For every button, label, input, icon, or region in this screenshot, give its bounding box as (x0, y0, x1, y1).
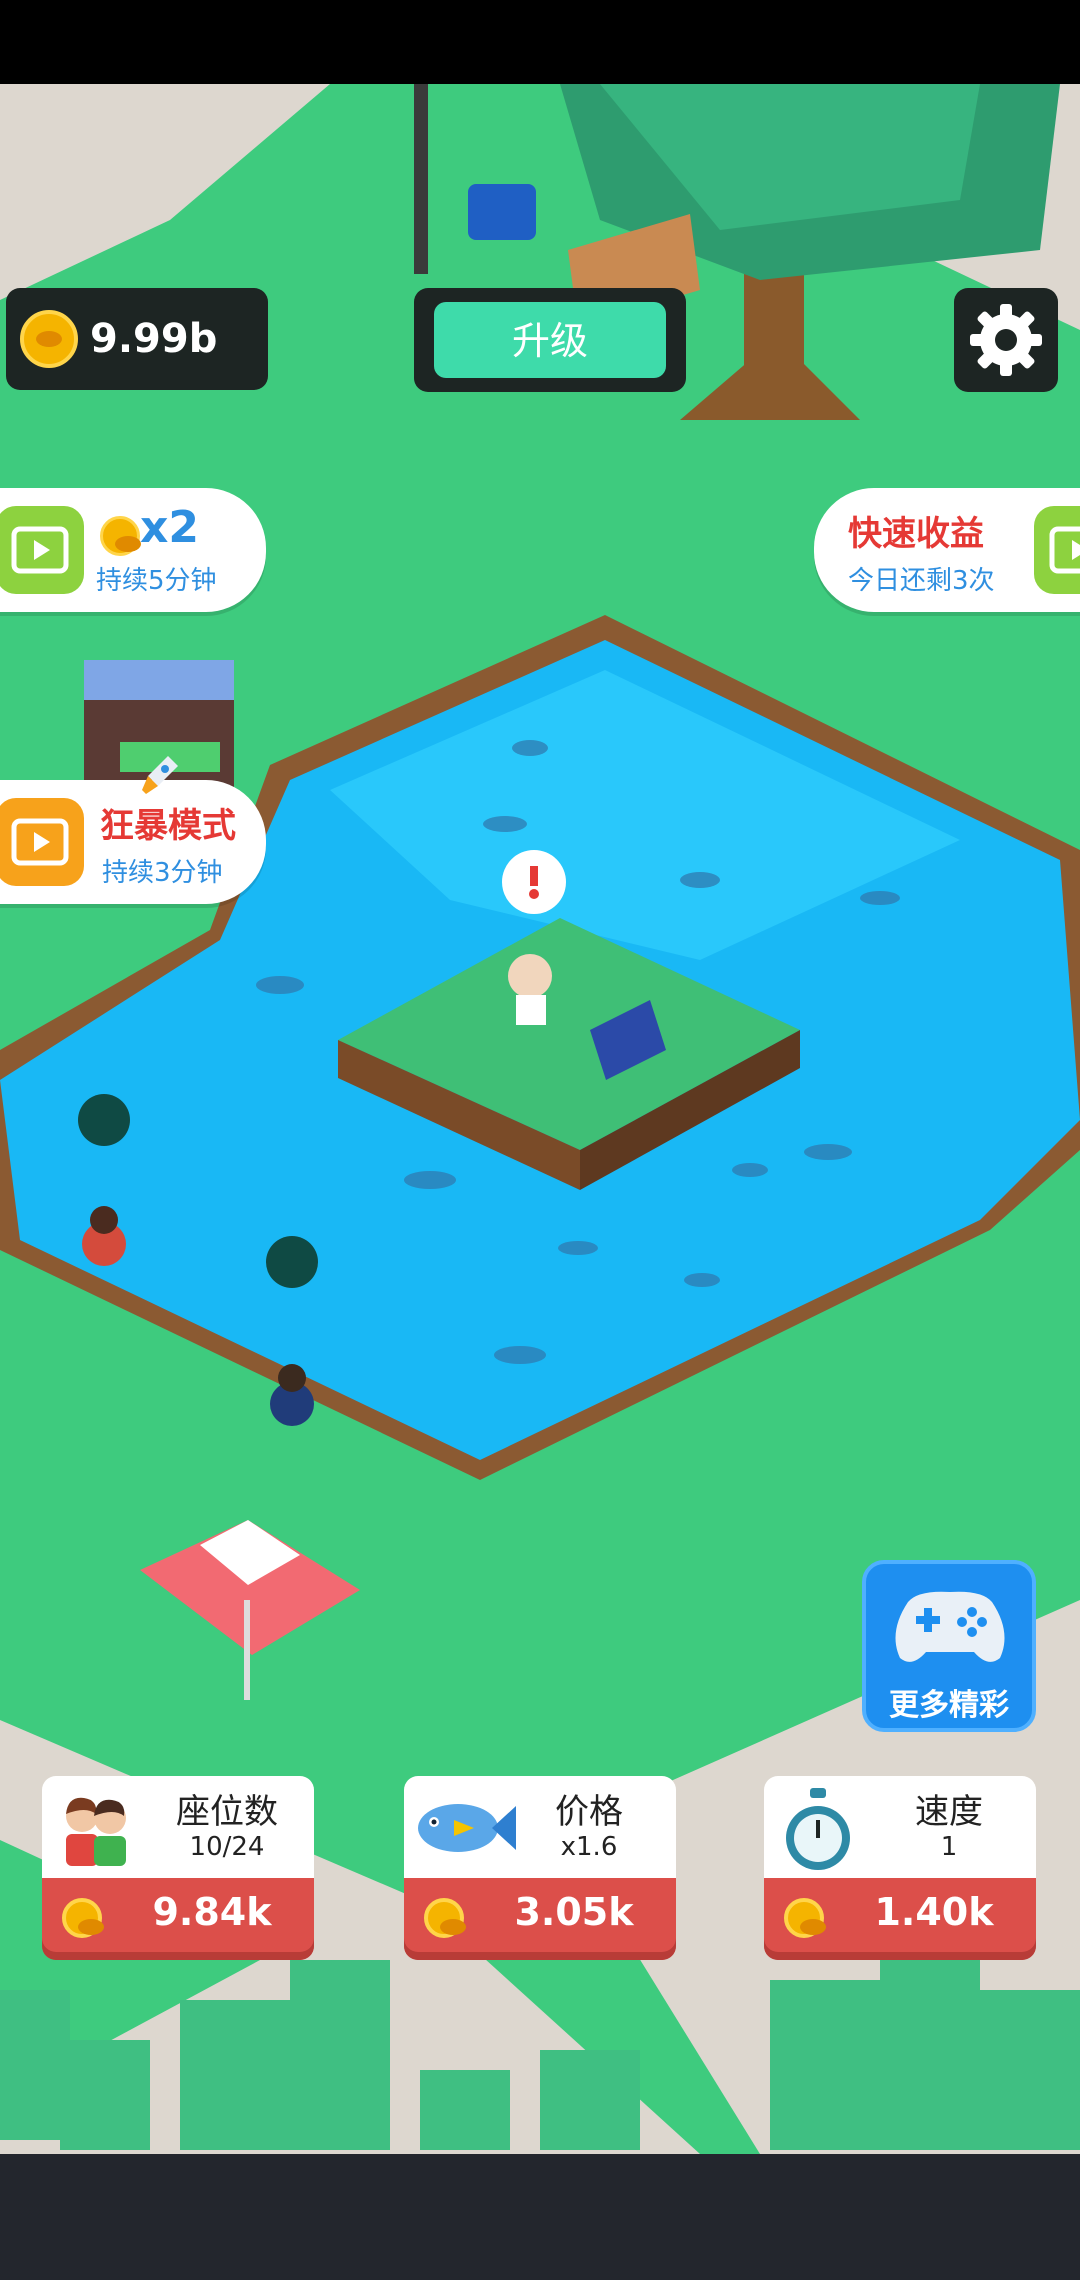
speed-upgrade-card: 速度 1 1.40k (764, 1776, 1036, 1960)
coin-icon (100, 516, 141, 556)
upgrade-panel: 升级 (414, 288, 686, 392)
video-icon (0, 506, 84, 594)
seats-upgrade-card: 座位数 10/24 9.84k (42, 1776, 314, 1960)
speed-upgrade-cost: 1.40k (874, 1890, 994, 1934)
speed-title: 速度 (915, 1792, 983, 1832)
settings-button[interactable] (954, 288, 1058, 392)
price-upgrade-button[interactable]: 3.05k (404, 1878, 676, 1960)
double-income-multiplier: x2 (140, 502, 199, 553)
game-scene: 9.99b 升级 x2 持续5分钟 快速收益 今日还剩3次 狂暴模式 持续3分钟… (0, 84, 1080, 2154)
double-income-duration: 持续5分钟 (96, 566, 217, 596)
gamepad-icon (895, 1591, 1005, 1662)
rocket-icon (142, 756, 178, 794)
seats-info: 座位数 10/24 (42, 1776, 314, 1886)
people-icon (66, 1797, 126, 1866)
coin-icon (784, 1898, 826, 1938)
speed-info: 速度 1 (764, 1776, 1036, 1886)
fish-icon (418, 1804, 516, 1852)
coin-balance-value: 9.99b (90, 316, 218, 362)
frenzy-mode-boost[interactable]: 狂暴模式 持续3分钟 (0, 756, 266, 904)
gear-icon (970, 304, 1042, 376)
coin-icon (424, 1898, 466, 1938)
quick-income-remaining: 今日还剩3次 (848, 566, 995, 596)
quick-income-boost[interactable]: 快速收益 今日还剩3次 (814, 488, 1080, 612)
seats-value: 10/24 (189, 1832, 265, 1862)
coin-balance: 9.99b (6, 288, 268, 390)
seats-upgrade-button[interactable]: 9.84k (42, 1878, 314, 1960)
double-income-boost[interactable]: x2 持续5分钟 (0, 488, 266, 612)
speed-value: 1 (940, 1832, 958, 1862)
seats-upgrade-cost: 9.84k (152, 1890, 272, 1934)
price-title: 价格 (555, 1792, 623, 1832)
seats-title: 座位数 (176, 1792, 278, 1832)
video-icon (1034, 506, 1080, 594)
frenzy-mode-title: 狂暴模式 (100, 806, 236, 846)
price-info: 价格 x1.6 (404, 1776, 676, 1886)
frenzy-mode-duration: 持续3分钟 (102, 858, 223, 888)
status-bar (0, 0, 1080, 84)
navigation-bar (0, 2154, 1080, 2280)
speed-upgrade-button[interactable]: 1.40k (764, 1878, 1036, 1960)
price-value: x1.6 (560, 1832, 618, 1862)
video-icon (0, 798, 84, 886)
upgrade-button[interactable]: 升级 (434, 302, 666, 378)
stopwatch-icon (786, 1788, 850, 1870)
more-games-label: 更多精彩 (889, 1688, 1009, 1723)
coin-icon (62, 1898, 104, 1938)
coin-icon (20, 310, 78, 368)
price-upgrade-card: 价格 x1.6 3.05k (404, 1776, 676, 1960)
more-games-button[interactable]: 更多精彩 (862, 1560, 1036, 1732)
quick-income-title: 快速收益 (848, 514, 984, 554)
price-upgrade-cost: 3.05k (514, 1890, 634, 1934)
